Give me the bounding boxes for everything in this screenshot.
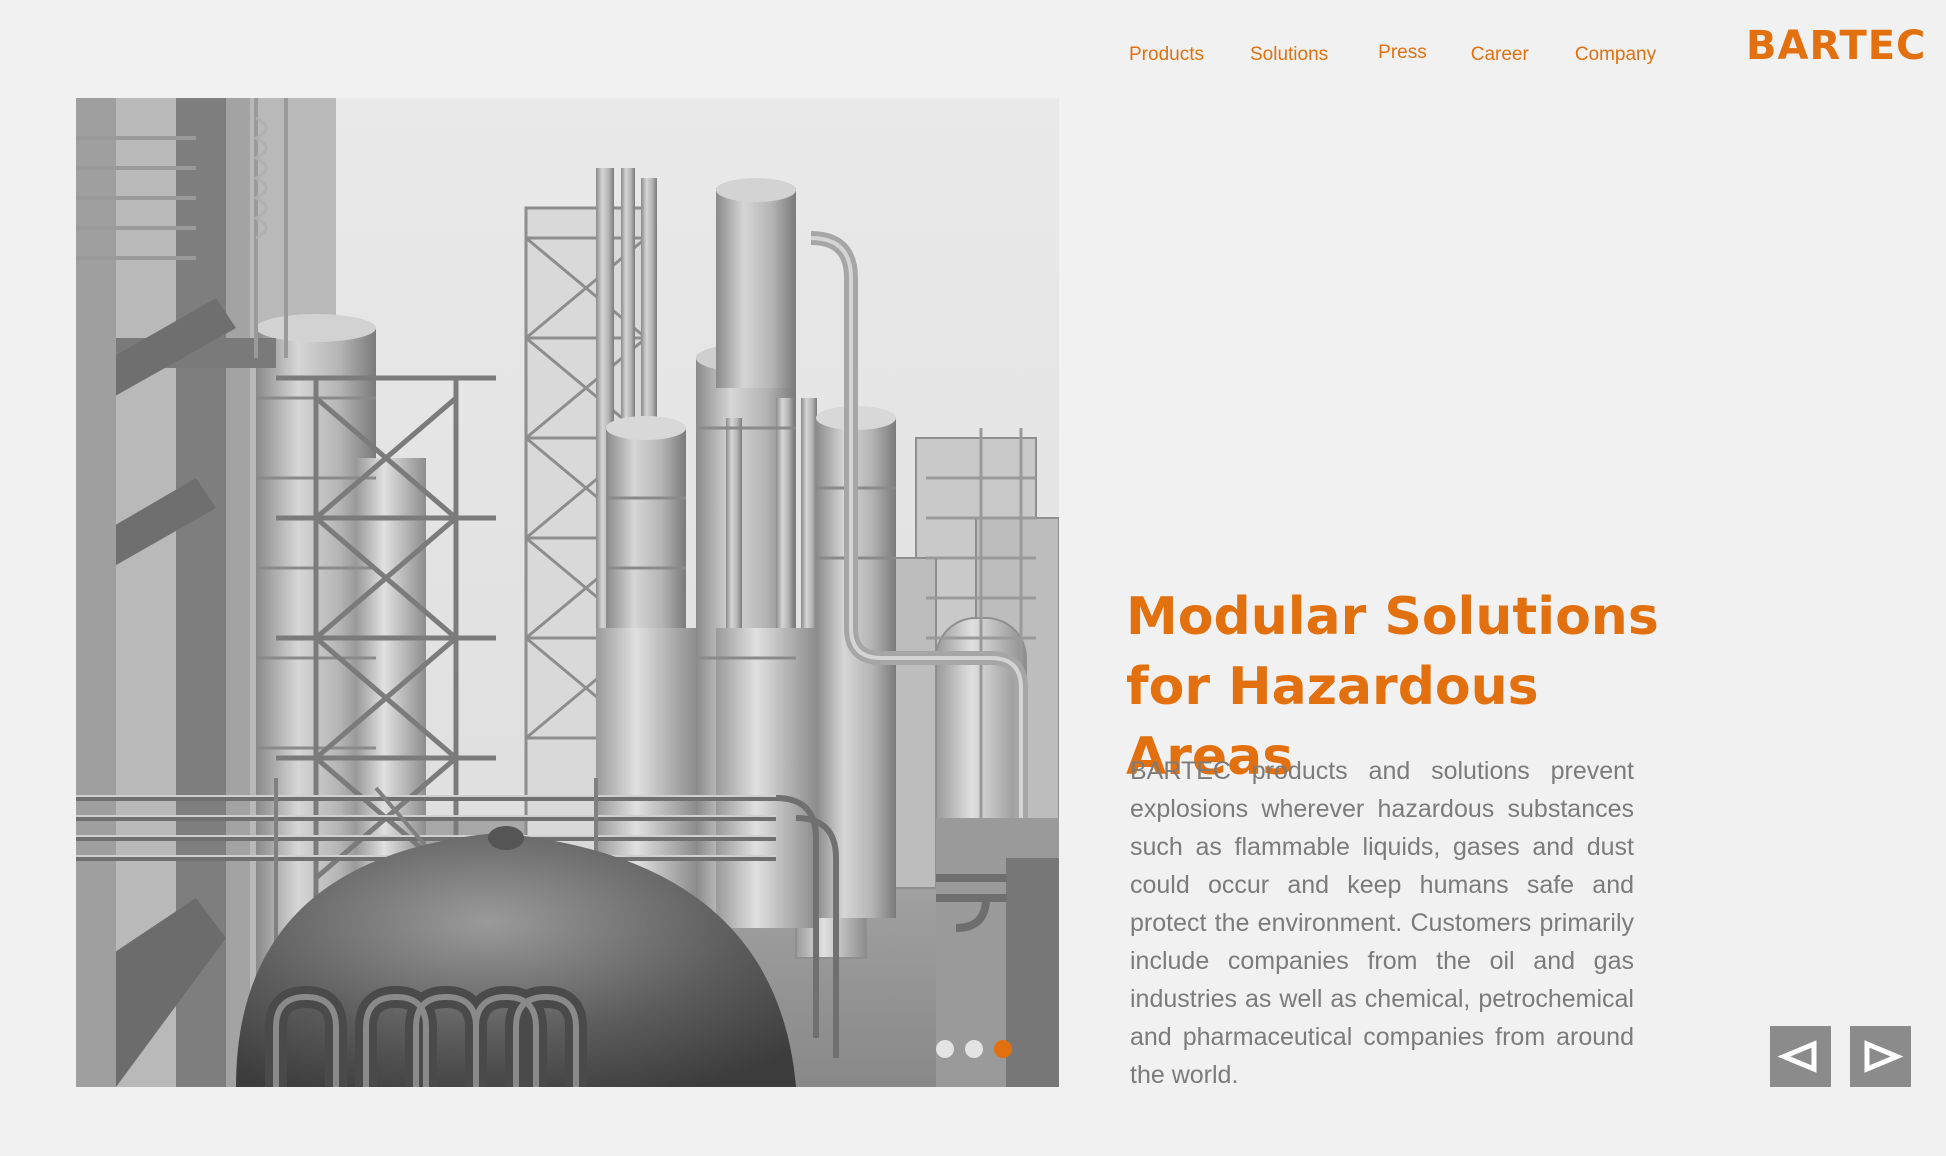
nav-press[interactable]: Press bbox=[1378, 42, 1427, 64]
bartec-logo[interactable]: BARTEC bbox=[1746, 26, 1926, 66]
right-triangle-icon bbox=[1864, 1040, 1904, 1073]
next-slide-button[interactable] bbox=[1850, 1026, 1911, 1087]
nav-company[interactable]: Company bbox=[1575, 44, 1656, 66]
nav-solutions[interactable]: Solutions bbox=[1250, 44, 1328, 66]
slide-dot-3-active[interactable] bbox=[994, 1040, 1012, 1058]
left-triangle-icon bbox=[1777, 1040, 1817, 1073]
nav-products[interactable]: Products bbox=[1129, 44, 1204, 66]
prev-slide-button[interactable] bbox=[1770, 1026, 1831, 1087]
nav-career[interactable]: Career bbox=[1471, 44, 1529, 66]
hero-image bbox=[76, 98, 1059, 1087]
hero-description: BARTEC products and solutions prevent ex… bbox=[1130, 757, 1634, 1089]
refinery-illustration bbox=[76, 98, 1059, 1087]
slide-dot-1[interactable] bbox=[936, 1040, 954, 1058]
slider-pagination bbox=[936, 1040, 1012, 1058]
main-nav: Products Solutions Press Career Company bbox=[1129, 42, 1656, 66]
headline-line-1: Modular Solutions bbox=[1126, 587, 1659, 647]
slide-dot-2[interactable] bbox=[965, 1040, 983, 1058]
